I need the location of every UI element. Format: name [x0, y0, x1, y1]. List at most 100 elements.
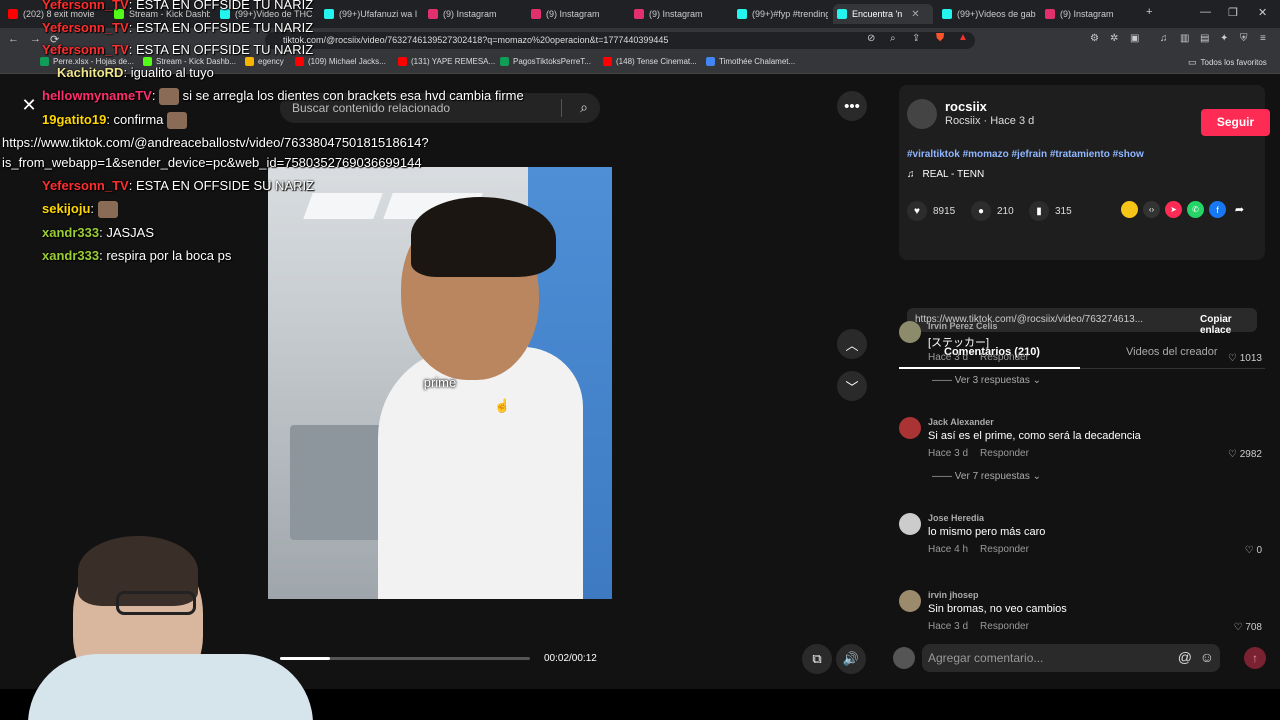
tab-favicon — [531, 9, 541, 19]
browser-tab[interactable]: (9) Instagram — [424, 4, 522, 24]
all-bookmarks[interactable]: ▭ Todos los favoritos — [1188, 57, 1267, 68]
bookmark-favicon — [706, 57, 715, 66]
video-player[interactable]: prime — [268, 167, 612, 599]
maximize-icon[interactable]: ❐ — [1228, 6, 1238, 19]
next-video-button[interactable]: ﹀ — [837, 371, 867, 401]
music-link[interactable]: ♫ REAL - TENN — [907, 169, 984, 180]
comment-stat[interactable]: ● 210 — [971, 201, 1014, 221]
view-replies-button[interactable]: —— Ver 3 respuestas ⌄ — [932, 375, 1041, 386]
follow-button[interactable]: Seguir — [1201, 109, 1270, 136]
comment-likes[interactable]: ♡ 2982 — [1228, 449, 1262, 460]
browser-tab[interactable]: (9) Instagram — [527, 4, 625, 24]
chat-message: Yefersonn_TV: ESTA EN OFFSIDE SU NARIZ — [2, 178, 314, 193]
commenter-name[interactable]: Jose Heredia — [928, 513, 984, 523]
whatsapp-icon[interactable]: ✆ — [1187, 201, 1204, 218]
vpn-icon[interactable]: ⛨ — [1240, 33, 1248, 44]
more-options-icon[interactable]: ••• — [837, 91, 867, 121]
minimize-icon[interactable]: — — [1200, 6, 1211, 18]
browser-tab[interactable]: (9) Instagram — [630, 4, 728, 24]
pip-button[interactable]: ⧉ — [802, 644, 832, 674]
browser-tab-active[interactable]: Encuentra 'n ✕ — [833, 4, 933, 24]
bookmark-item[interactable]: egency — [245, 57, 284, 66]
comment-item: irvin jhosep Sin bromas, no veo cambios … — [899, 590, 1274, 630]
post-comment-button[interactable]: ↑ — [1244, 647, 1266, 669]
like-stat[interactable]: ♥ 8915 — [907, 201, 955, 221]
chat-link-line[interactable]: is_from_webapp=1&sender_device=pc&web_id… — [2, 155, 422, 170]
commenter-avatar[interactable] — [899, 590, 921, 612]
ai-icon[interactable]: ✦ — [1220, 33, 1228, 44]
facebook-icon[interactable]: f — [1209, 201, 1226, 218]
comment-likes[interactable]: ♡ 708 — [1234, 622, 1262, 630]
commenter-name[interactable]: Irvin Perez Celis — [928, 321, 998, 331]
reply-button[interactable]: Responder — [980, 544, 1029, 555]
save-stat[interactable]: ▮ 315 — [1029, 201, 1072, 221]
mention-icon[interactable]: @ — [1178, 649, 1192, 665]
share-icons: ‹› ➤ ✆ f ➦ — [1121, 201, 1248, 218]
share-icon[interactable]: ⇪ — [912, 33, 920, 44]
chat-text: respira por la boca ps — [106, 248, 232, 263]
chat-text: ESTA EN OFFSIDE TU NARIZ — [135, 42, 314, 57]
comment-input[interactable]: Agregar comentario... @ ☺ — [922, 644, 1220, 672]
screenshot-icon[interactable]: ▣ — [1130, 33, 1139, 44]
creator-handle[interactable]: rocsiix — [945, 99, 987, 114]
zoom-icon[interactable]: ⌕ — [890, 33, 896, 44]
close-tab-icon[interactable]: ✕ — [911, 9, 919, 20]
commenter-avatar[interactable] — [899, 321, 921, 343]
video-info-card: rocsiix Rocsiix · Hace 3 d Seguir #viral… — [899, 85, 1270, 260]
brave-shield-icon[interactable]: ⛊ — [936, 32, 944, 45]
reply-button[interactable]: Responder — [980, 448, 1029, 459]
puzzle-icon[interactable]: ✲ — [1110, 33, 1118, 44]
commenter-name[interactable]: Jack Alexander — [928, 417, 994, 427]
embed-icon[interactable]: ‹› — [1143, 201, 1160, 218]
browser-tab[interactable]: (99+)Ufafanuzi wa I — [320, 4, 418, 24]
bookmark-item[interactable]: (109) Michael Jacks... — [295, 57, 386, 66]
previous-video-button[interactable]: ︿ — [837, 329, 867, 359]
hashtags[interactable]: #viraltiktok #momazo #jefrain #tratamien… — [907, 149, 1144, 160]
chat-username: xandr333 — [42, 248, 100, 263]
close-window-icon[interactable]: ✕ — [1258, 6, 1267, 19]
chat-text: igualito al tuyo — [130, 65, 214, 80]
chat-link-line[interactable]: https://www.tiktok.com/@andreaceballostv… — [2, 135, 429, 150]
commenter-name[interactable]: irvin jhosep — [928, 590, 979, 600]
close-video-icon[interactable]: ✕ — [17, 93, 41, 117]
bookmark-favicon — [500, 57, 509, 66]
search-icon[interactable]: ⌕ — [580, 99, 588, 116]
bookmark-item[interactable]: Timothée Chalamet... — [706, 57, 795, 66]
chat-message: Yefersonn_TV: ESTA EN OFFSIDE TU NARIZ — [2, 20, 313, 35]
video-progress-bar[interactable] — [280, 657, 530, 660]
bookmark-item[interactable]: (131) YAPE REMESA... — [398, 57, 495, 66]
commenter-avatar[interactable] — [899, 417, 921, 439]
extension-icon[interactable]: ⚙ — [1090, 33, 1099, 44]
emoji-icon[interactable]: ☺ — [1200, 649, 1214, 665]
repost-icon[interactable] — [1121, 201, 1138, 218]
commenter-avatar[interactable] — [899, 513, 921, 535]
send-icon[interactable]: ➤ — [1165, 201, 1182, 218]
url-text: tiktok.com/@rocsiix/video/76327461395273… — [283, 35, 669, 45]
reply-button[interactable]: Responder — [980, 352, 1029, 363]
share-arrow-icon[interactable]: ➦ — [1231, 201, 1248, 218]
bookmark-item[interactable]: (148) Tense Cinemat... — [603, 57, 697, 66]
comment-like-count: 2982 — [1239, 449, 1262, 460]
translate-icon[interactable]: ⊘ — [867, 33, 875, 44]
volume-button[interactable]: 🔊 — [836, 644, 866, 674]
creator-avatar[interactable] — [907, 99, 937, 129]
webcam-shirt — [28, 654, 313, 720]
browser-tab[interactable]: (9) Instagram — [1041, 4, 1139, 24]
chat-badges — [2, 202, 42, 213]
tab-creator-videos[interactable]: Videos del creador — [1126, 346, 1218, 358]
sidebar-icon[interactable]: ▥ — [1180, 33, 1189, 44]
bookmark-item[interactable]: PagosTiktoksPerreT... — [500, 57, 591, 66]
rewards-icon[interactable]: ▲ — [958, 32, 968, 43]
comment-likes[interactable]: ♡ 1013 — [1228, 353, 1262, 364]
new-tab-icon[interactable]: + — [1146, 6, 1152, 18]
wallet-icon[interactable]: ▤ — [1200, 33, 1209, 44]
browser-tab[interactable]: (99+)#fyp #trending — [733, 4, 828, 24]
reply-button[interactable]: Responder — [980, 621, 1029, 630]
comment-likes[interactable]: ♡ 0 — [1245, 545, 1262, 556]
browser-tab[interactable]: (99+)Videos de gab — [938, 4, 1036, 24]
menu-icon[interactable]: ≡ — [1260, 33, 1266, 44]
bookmark-label: Timothée Chalamet... — [719, 57, 796, 66]
copy-link-button[interactable]: Copiar enlace — [1200, 314, 1257, 336]
music-icon[interactable]: ♫ — [1160, 33, 1168, 44]
view-replies-button[interactable]: —— Ver 7 respuestas ⌄ — [932, 471, 1041, 482]
